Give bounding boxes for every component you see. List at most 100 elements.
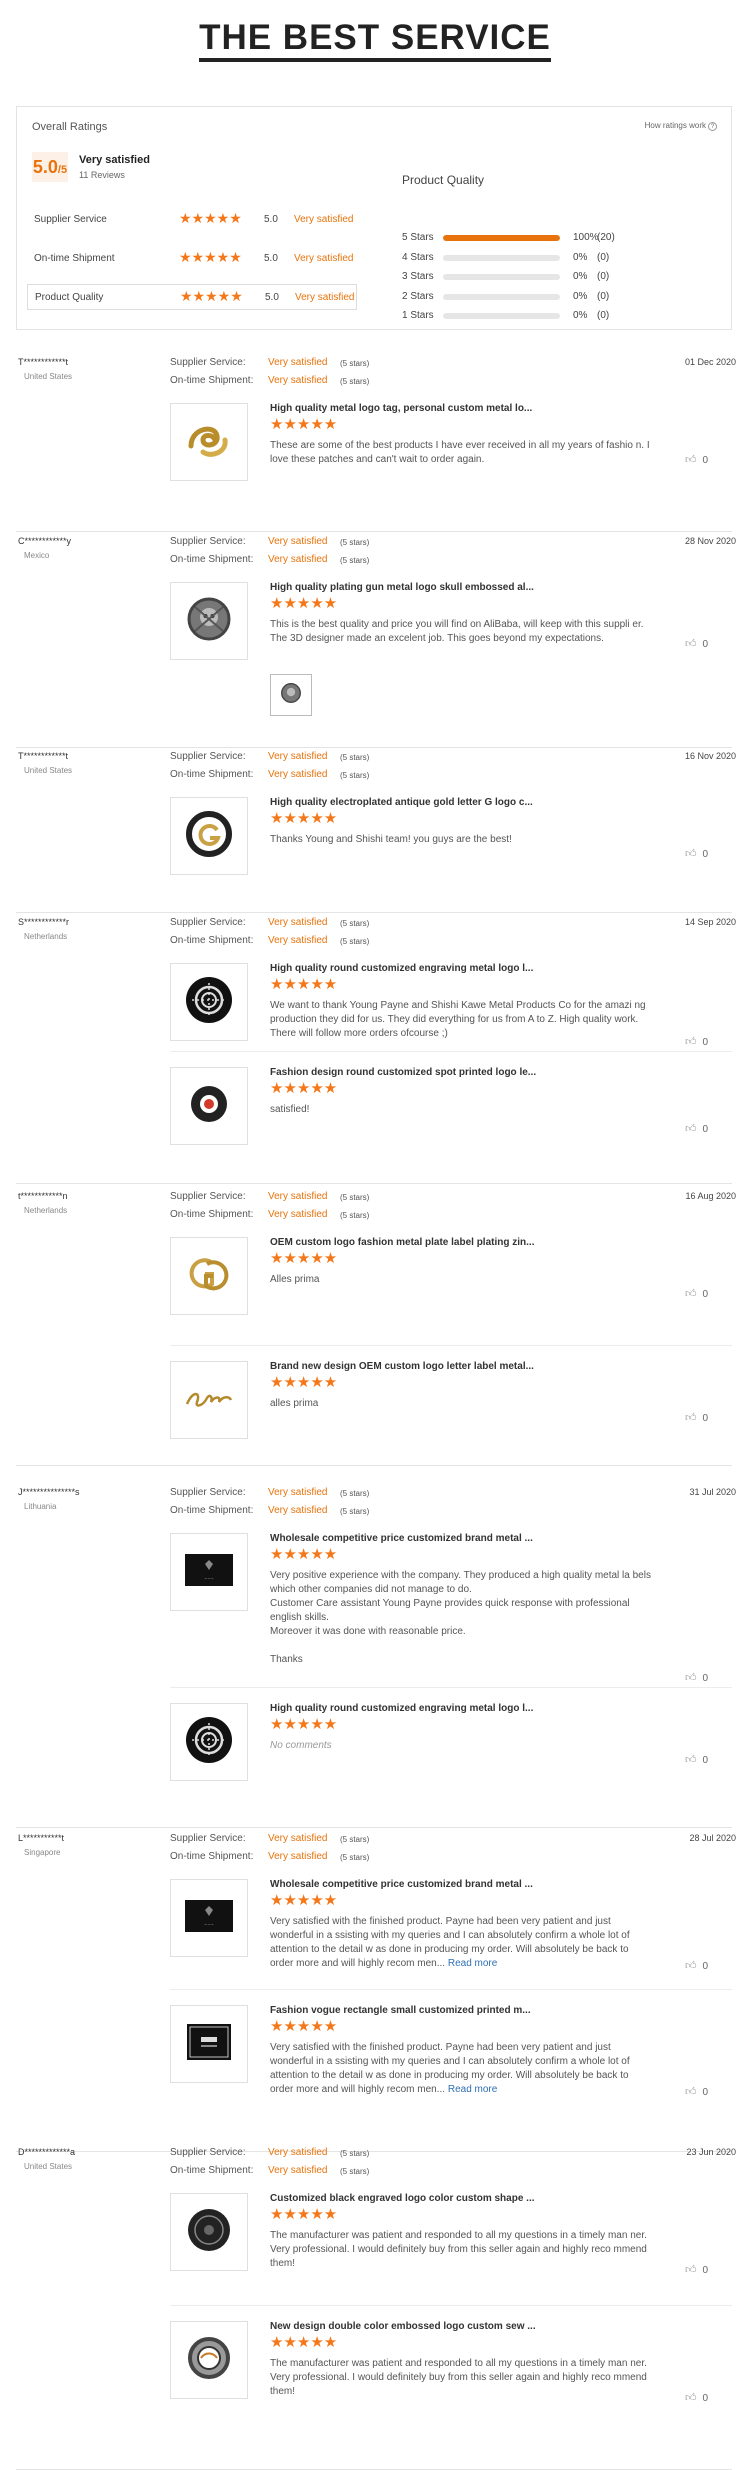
review-body: These are some of the best products I ha… — [270, 440, 650, 465]
overall-score-suffix: /5 — [57, 164, 68, 176]
product-thumbnail[interactable] — [170, 797, 248, 875]
page-title: THE BEST SERVICE — [199, 18, 551, 62]
like-button[interactable]: 👍︎ 0 — [685, 847, 708, 860]
review-body: Thanks Young and Shishi team! you guys a… — [270, 834, 512, 845]
distribution-label: 5 Stars — [402, 232, 434, 243]
like-button[interactable]: 👍︎ 0 — [685, 637, 708, 650]
review-text: This is the best quality and price you w… — [270, 618, 652, 646]
product-thumbnail[interactable] — [170, 403, 248, 481]
how-ratings-work-link[interactable]: How ratings work? — [645, 121, 717, 131]
distribution-bar — [443, 313, 560, 319]
like-button[interactable]: 👍︎ 0 — [685, 1671, 708, 1684]
review-text: Very satisfied with the finished product… — [270, 1915, 652, 1971]
supplier-service-value: Very satisfied — [268, 1191, 328, 1202]
shipment-stars: (5 stars) — [340, 937, 370, 946]
product-thumbnail[interactable] — [170, 1237, 248, 1315]
product-title-link[interactable]: High quality plating gun metal logo skul… — [270, 582, 534, 593]
review-separator — [16, 531, 732, 532]
like-button[interactable]: 👍︎ 0 — [685, 1959, 708, 1972]
product-title-link[interactable]: Fashion design round customized spot pri… — [270, 1067, 536, 1078]
reviewer-country: Netherlands — [24, 1206, 68, 1215]
gg-logo-icon — [181, 1246, 237, 1307]
skull-badge-icon — [278, 680, 304, 711]
product-title-link[interactable]: Wholesale competitive price customized b… — [270, 1533, 533, 1544]
vogue-label-icon — [181, 2014, 237, 2075]
product-thumbnail[interactable] — [170, 963, 248, 1041]
shipment-value: Very satisfied — [268, 1209, 328, 1220]
review-separator — [16, 912, 732, 913]
product-star-rating: ★★★★★ — [270, 595, 338, 612]
product-title-link[interactable]: Customized black engraved logo color cus… — [270, 2193, 535, 2204]
thumbs-up-icon: 👍︎ — [685, 1754, 697, 1766]
review-separator — [16, 747, 732, 748]
product-title-link[interactable]: High quality electroplated antique gold … — [270, 797, 533, 808]
like-button[interactable]: 👍︎ 0 — [685, 1122, 708, 1135]
distribution-label: 4 Stars — [402, 252, 434, 263]
supplier-service-label: Supplier Service: — [170, 917, 246, 928]
review-body: alles prima — [270, 1398, 319, 1409]
product-thumbnail[interactable] — [170, 2321, 248, 2399]
product-thumbnail[interactable] — [170, 1361, 248, 1439]
product-thumbnail[interactable] — [170, 1067, 248, 1145]
review-photo[interactable] — [270, 674, 312, 716]
reviewer-name: t************n — [18, 1191, 68, 1201]
product-title-link[interactable]: Fashion vogue rectangle small customized… — [270, 2005, 531, 2016]
product-thumbnail[interactable] — [170, 2005, 248, 2083]
category-product-quality[interactable]: Product Quality ★★★★★ 5.0 Very satisfied — [27, 284, 357, 310]
distribution-label: 2 Stars — [402, 291, 434, 302]
product-star-rating: ★★★★★ — [270, 416, 338, 433]
shipment-label: On-time Shipment: — [170, 935, 254, 946]
review-item: t************n Netherlands 16 Aug 2020 Supp… — [0, 1191, 750, 1466]
distribution-count: (0) — [597, 252, 610, 263]
shipment-label: On-time Shipment: — [170, 1209, 254, 1220]
reviewer-country: Mexico — [24, 551, 50, 560]
product-title-link[interactable]: New design double color embossed logo cu… — [270, 2321, 536, 2332]
product-title-link[interactable]: Wholesale competitive price customized b… — [270, 1879, 533, 1890]
review-separator — [16, 1827, 732, 1828]
shipment-value: Very satisfied — [268, 2165, 328, 2176]
like-button[interactable]: 👍︎ 0 — [685, 2391, 708, 2404]
how-ratings-work-label[interactable]: How ratings work — [645, 121, 706, 130]
read-more-link[interactable]: Read more — [448, 2084, 497, 2095]
supplier-service-stars: (5 stars) — [340, 359, 370, 368]
product-divider — [170, 1051, 732, 1052]
product-thumbnail[interactable]: ~~~ — [170, 1533, 248, 1611]
distribution-count: (0) — [597, 291, 610, 302]
product-thumbnail[interactable] — [170, 1703, 248, 1781]
distribution-row: 1 Stars 0% (0) — [402, 309, 722, 323]
product-title-link[interactable]: OEM custom logo fashion metal plate labe… — [270, 1237, 534, 1248]
distribution-percent: 0% — [573, 252, 588, 263]
product-thumbnail[interactable] — [170, 2193, 248, 2271]
like-count: 0 — [702, 639, 709, 650]
product-star-rating: ★★★★★ — [270, 1374, 338, 1391]
thumbs-up-icon: 👍︎ — [685, 1960, 697, 1972]
reviewer-name: J***************s — [18, 1487, 80, 1497]
shipment-value: Very satisfied — [268, 554, 328, 565]
review-text: Very satisfied with the finished product… — [270, 2041, 652, 2097]
product-thumbnail[interactable] — [170, 582, 248, 660]
thumbs-up-icon: 👍︎ — [685, 848, 697, 860]
shipment-value: Very satisfied — [268, 935, 328, 946]
like-button[interactable]: 👍︎ 0 — [685, 1411, 708, 1424]
like-button[interactable]: 👍︎ 0 — [685, 453, 708, 466]
like-button[interactable]: 👍︎ 0 — [685, 1035, 708, 1048]
star-rating-icon: ★★★★★ — [179, 210, 242, 226]
like-button[interactable]: 👍︎ 0 — [685, 2263, 708, 2276]
like-button[interactable]: 👍︎ 0 — [685, 1753, 708, 1766]
read-more-link[interactable]: Read more — [448, 1958, 497, 1969]
supplier-service-label: Supplier Service: — [170, 357, 246, 368]
distribution-row: 2 Stars 0% (0) — [402, 290, 722, 304]
product-title-link[interactable]: High quality metal logo tag, personal cu… — [270, 403, 532, 414]
like-count: 0 — [702, 2087, 709, 2098]
product-thumbnail[interactable]: ~~~ — [170, 1879, 248, 1957]
product-title-link[interactable]: High quality round customized engraving … — [270, 963, 533, 974]
shipment-stars: (5 stars) — [340, 2167, 370, 2176]
review-text: satisfied! — [270, 1103, 652, 1117]
like-count: 0 — [702, 849, 709, 860]
like-button[interactable]: 👍︎ 0 — [685, 2085, 708, 2098]
product-title-link[interactable]: High quality round customized engraving … — [270, 1703, 533, 1714]
product-divider — [170, 2305, 732, 2306]
like-button[interactable]: 👍︎ 0 — [685, 1287, 708, 1300]
supplier-service-value: Very satisfied — [268, 1833, 328, 1844]
product-title-link[interactable]: Brand new design OEM custom logo letter … — [270, 1361, 534, 1372]
